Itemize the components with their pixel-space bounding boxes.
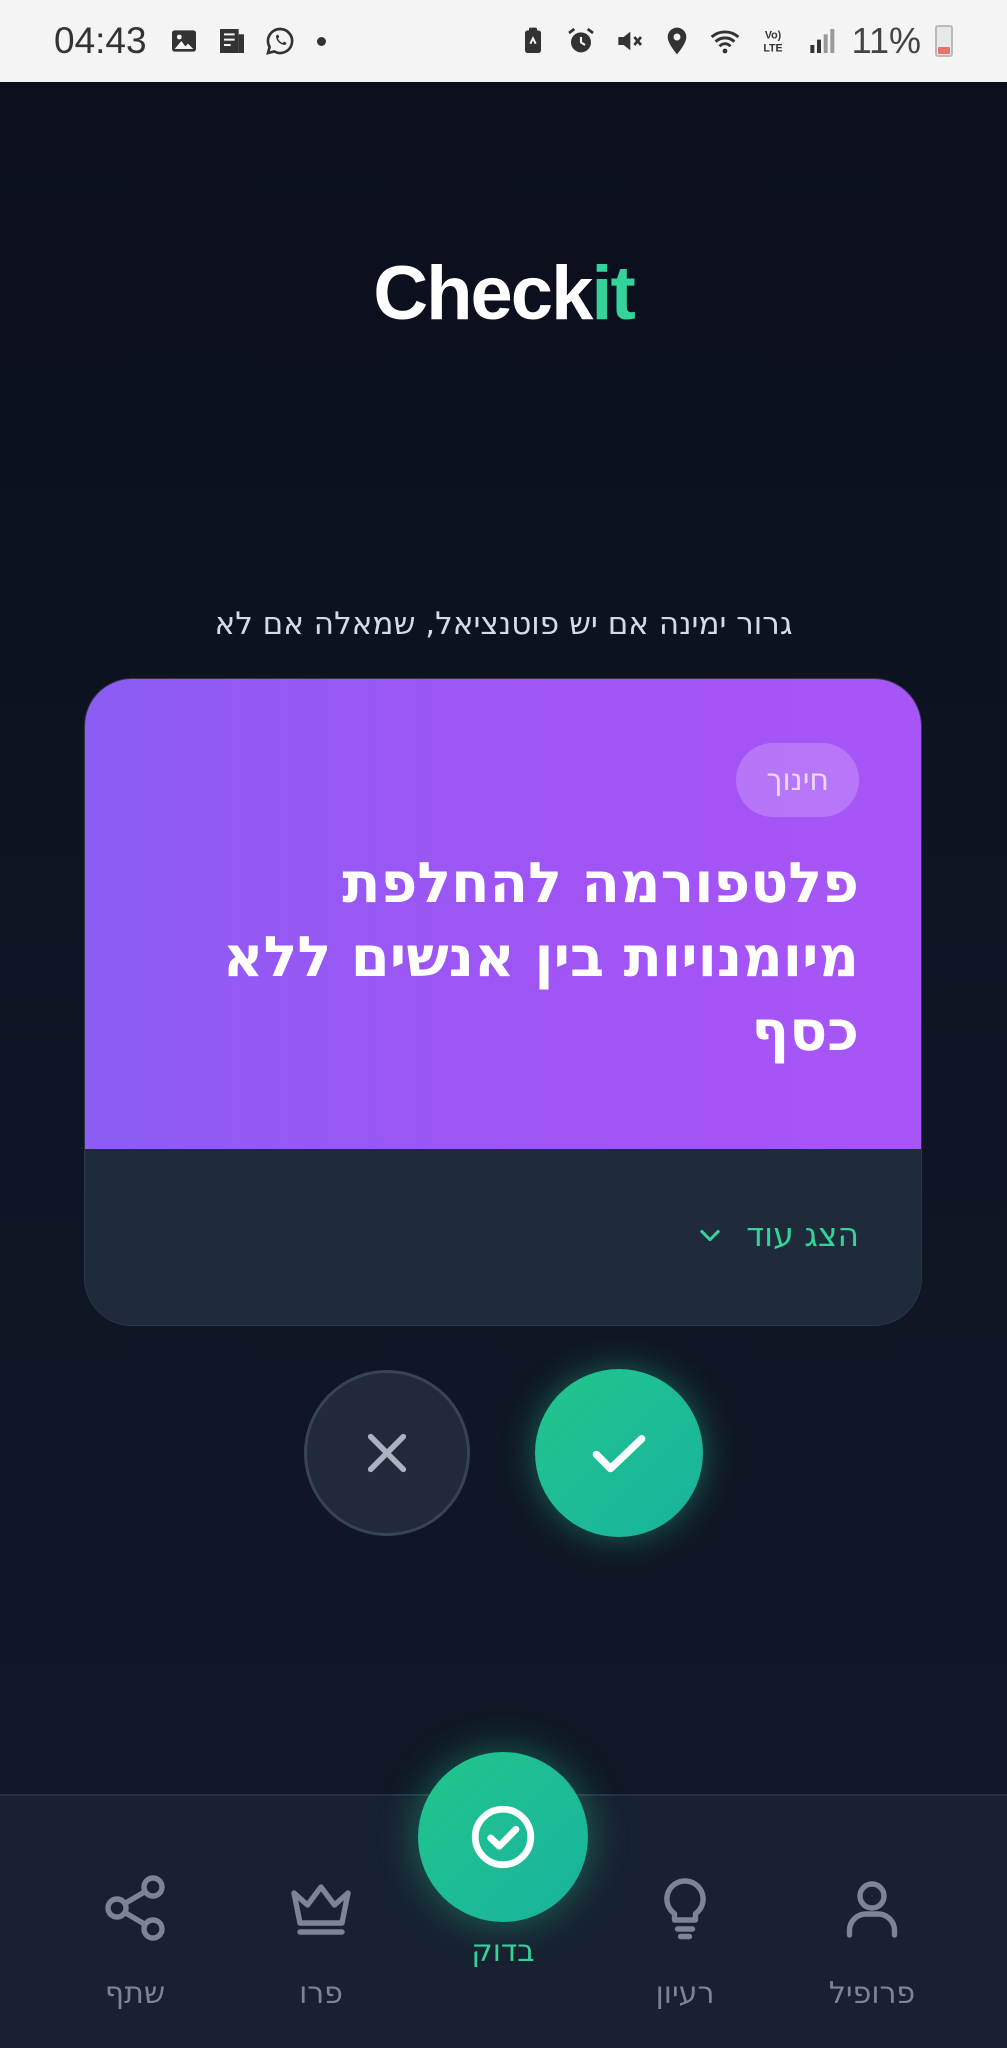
status-time: 04:43 [54, 20, 147, 61]
crown-icon [291, 1884, 351, 1935]
nav-item-check[interactable] [418, 1752, 588, 1922]
show-more-label: הצג עוד [746, 1215, 859, 1254]
app-logo: Checkit [0, 250, 1007, 337]
category-chip: חינוך [736, 743, 859, 817]
idea-card-footer: הצג עוד [85, 1149, 921, 1325]
logo-accent-text: it [591, 251, 635, 336]
status-right: Vo) LTE 11% [516, 20, 953, 62]
user-icon [846, 1881, 898, 1938]
battery-percent: 11% [851, 20, 921, 61]
nav-item-share[interactable]: שתף [50, 1796, 220, 2048]
lightbulb-icon [664, 1878, 706, 1940]
mute-icon [612, 24, 646, 58]
status-bar: 04:43 Vo) LTE 11% [0, 0, 1007, 82]
signal-icon [804, 24, 838, 58]
news-icon [215, 24, 249, 58]
nav-item-profile[interactable]: פרופיל [787, 1796, 957, 2048]
nav-label-share: שתף [104, 1976, 166, 2011]
svg-text:Vo): Vo) [764, 29, 781, 41]
nav-label-profile: פרופיל [828, 1976, 916, 2011]
share-icon [105, 1875, 165, 1941]
show-more-button[interactable]: הצג עוד [696, 1215, 859, 1254]
clipboard-icon [516, 24, 550, 58]
swipe-instruction: גרור ימינה אם יש פוטנציאל, שמאלה אם לא [214, 606, 793, 642]
reject-button[interactable] [304, 1370, 470, 1536]
idea-title: פלטפורמה להחלפת מיומנויות בין אנשים ללא … [222, 851, 859, 1064]
battery-icon [935, 25, 953, 57]
svg-text:LTE: LTE [763, 43, 782, 55]
idea-card[interactable]: חינוך פלטפורמה להחלפת מיומנויות בין אנשי… [84, 678, 922, 1326]
check-icon [592, 1435, 646, 1473]
volte-icon: Vo) LTE [756, 24, 790, 58]
check-circle-icon [471, 1805, 535, 1869]
wifi-icon [708, 24, 742, 58]
nav-item-idea[interactable]: רעיון [600, 1796, 770, 2048]
location-icon [660, 24, 694, 58]
nav-item-pro[interactable]: פרו [236, 1796, 406, 2048]
idea-card-header: חינוך פלטפורמה להחלפת מיומנויות בין אנשי… [85, 679, 921, 1149]
nav-label-pro: פרו [299, 1976, 343, 2011]
image-icon [167, 24, 201, 58]
nav-label-idea: רעיון [655, 1976, 715, 2011]
status-left: 04:43 [54, 20, 326, 62]
notification-dot-icon [316, 36, 326, 46]
close-icon [367, 1433, 407, 1473]
chevron-down-icon [700, 1229, 720, 1241]
accept-button[interactable] [535, 1369, 703, 1537]
nav-label-check: בדוק [471, 1934, 535, 1969]
whatsapp-icon [263, 24, 297, 58]
logo-main-text: Check [373, 251, 593, 336]
alarm-icon [564, 24, 598, 58]
